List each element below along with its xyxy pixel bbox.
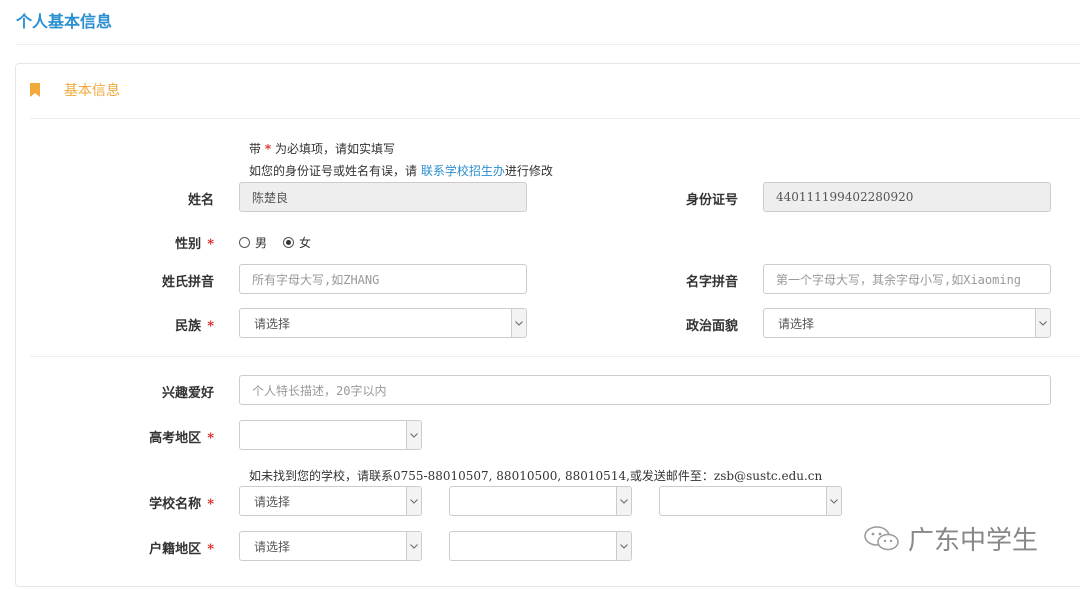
given-pinyin-label: 名字拼音 [685, 275, 738, 290]
gender-radio-group: 男 女 [239, 234, 327, 251]
divider [16, 44, 1080, 45]
chevron-down-icon[interactable] [616, 487, 631, 515]
contact-admissions-link[interactable]: 联系学校招生办 [421, 164, 505, 178]
political-status-select[interactable]: 请选择 [763, 308, 1051, 338]
section-header: 基本信息 [30, 72, 120, 108]
household-region-label: 户籍地区 * [149, 542, 214, 557]
exam-region-select[interactable] [239, 420, 422, 450]
name-label: 姓名 [187, 193, 214, 208]
required-note: 带 * 为必填项，请如实填写 [249, 142, 395, 156]
political-status-label: 政治面貌 [685, 319, 738, 334]
watermark: 广东中学生 [862, 520, 1038, 557]
wechat-icon [864, 525, 899, 550]
school-help-note: 如未找到您的学校，请联系0755-88010507, 88010500, 880… [249, 469, 823, 483]
bookmark-icon [30, 83, 40, 97]
radio-icon[interactable] [239, 237, 250, 248]
section-title: 基本信息 [64, 83, 120, 99]
chevron-down-icon[interactable] [406, 421, 421, 449]
ethnicity-label: 民族 * [175, 319, 214, 334]
chevron-down-icon[interactable] [511, 309, 526, 337]
gender-option-female[interactable]: 女 [283, 234, 311, 251]
divider [30, 356, 1080, 357]
chevron-down-icon[interactable] [826, 487, 841, 515]
given-pinyin-input[interactable]: 第一个字母大写，其余字母小写,如Xiaoming [763, 264, 1051, 294]
ethnicity-select[interactable]: 请选择 [239, 308, 527, 338]
gender-label: 性别 * [175, 237, 214, 252]
school-city-select[interactable] [449, 486, 632, 516]
gender-option-male[interactable]: 男 [239, 234, 267, 251]
chevron-down-icon[interactable] [616, 532, 631, 560]
error-note: 如您的身份证号或姓名有误，请 联系学校招生办进行修改 [249, 164, 553, 178]
id-number-label: 身份证号 [685, 193, 738, 208]
chevron-down-icon[interactable] [406, 532, 421, 560]
watermark-text: 广东中学生 [908, 526, 1039, 556]
hobbies-input[interactable]: 个人特长描述，20字以内 [239, 375, 1051, 405]
exam-region-label: 高考地区 * [149, 431, 214, 446]
surname-pinyin-label: 姓氏拼音 [161, 275, 214, 290]
household-city-select[interactable] [449, 531, 632, 561]
page-title: 个人基本信息 [16, 12, 113, 31]
surname-pinyin-input[interactable]: 所有字母大写,如ZHANG [239, 264, 527, 294]
radio-selected-icon[interactable] [283, 237, 295, 248]
id-number-field[interactable]: 440111199402280920 [763, 182, 1051, 212]
school-select[interactable] [659, 486, 842, 516]
chevron-down-icon[interactable] [1035, 309, 1050, 337]
school-province-select[interactable]: 请选择 [239, 486, 422, 516]
chevron-down-icon[interactable] [406, 487, 421, 515]
hobbies-label: 兴趣爱好 [161, 386, 214, 401]
school-name-label: 学校名称 * [149, 497, 214, 512]
household-province-select[interactable]: 请选择 [239, 531, 422, 561]
divider [30, 118, 1080, 119]
name-field[interactable]: 陈楚良 [239, 182, 527, 212]
